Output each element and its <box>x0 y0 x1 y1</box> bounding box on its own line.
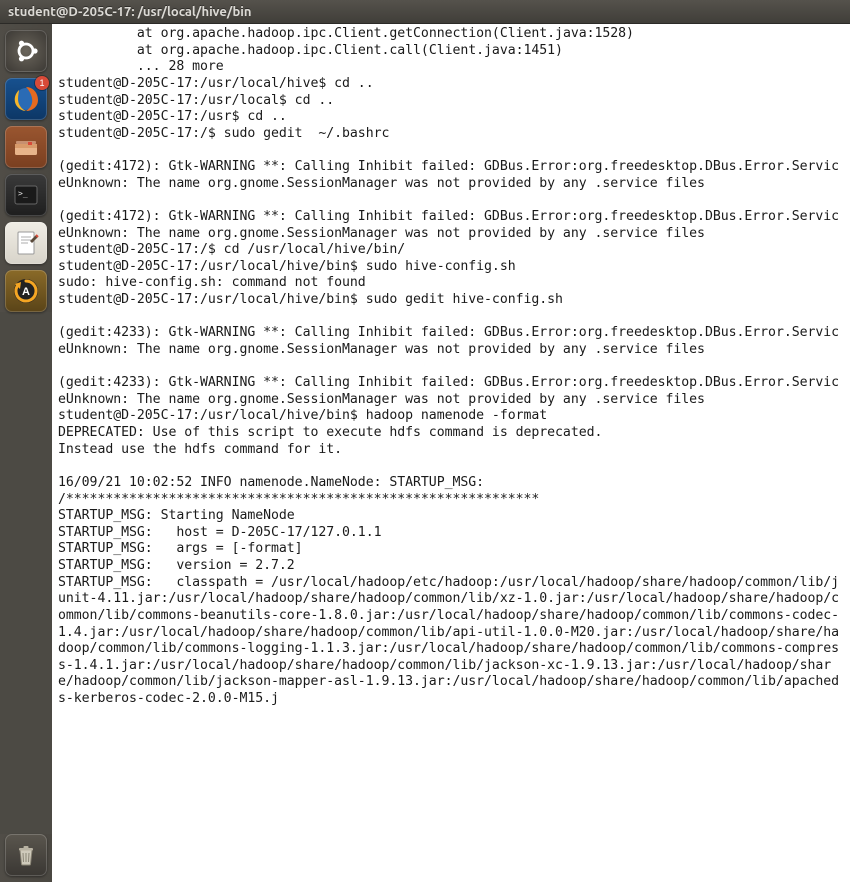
files-icon <box>12 133 40 161</box>
firefox-icon <box>11 84 41 114</box>
launcher-firefox[interactable]: 1 <box>5 78 47 120</box>
launcher-dash[interactable] <box>5 30 47 72</box>
firefox-badge: 1 <box>35 76 49 90</box>
launcher-panel: 1 >_ <box>0 24 52 882</box>
launcher-text-editor[interactable] <box>5 222 47 264</box>
terminal-text: at org.apache.hadoop.ipc.Client.getConne… <box>58 26 844 708</box>
launcher-bottom <box>0 834 52 882</box>
svg-text:>_: >_ <box>18 189 28 198</box>
launcher-software-updater[interactable]: A <box>5 270 47 312</box>
ubuntu-icon <box>13 38 39 64</box>
svg-text:A: A <box>22 286 30 298</box>
updater-icon: A <box>11 276 41 306</box>
window-titlebar[interactable]: student@D-205C-17: /usr/local/hive/bin <box>0 0 850 24</box>
terminal-output[interactable]: at org.apache.hadoop.ipc.Client.getConne… <box>52 24 850 882</box>
launcher-top: 1 >_ <box>0 24 52 312</box>
window-title: student@D-205C-17: /usr/local/hive/bin <box>8 5 252 19</box>
text-editor-icon <box>12 229 40 257</box>
launcher-terminal[interactable]: >_ <box>5 174 47 216</box>
launcher-files[interactable] <box>5 126 47 168</box>
launcher-trash[interactable] <box>5 834 47 876</box>
terminal-icon: >_ <box>12 181 40 209</box>
trash-icon <box>13 842 39 868</box>
